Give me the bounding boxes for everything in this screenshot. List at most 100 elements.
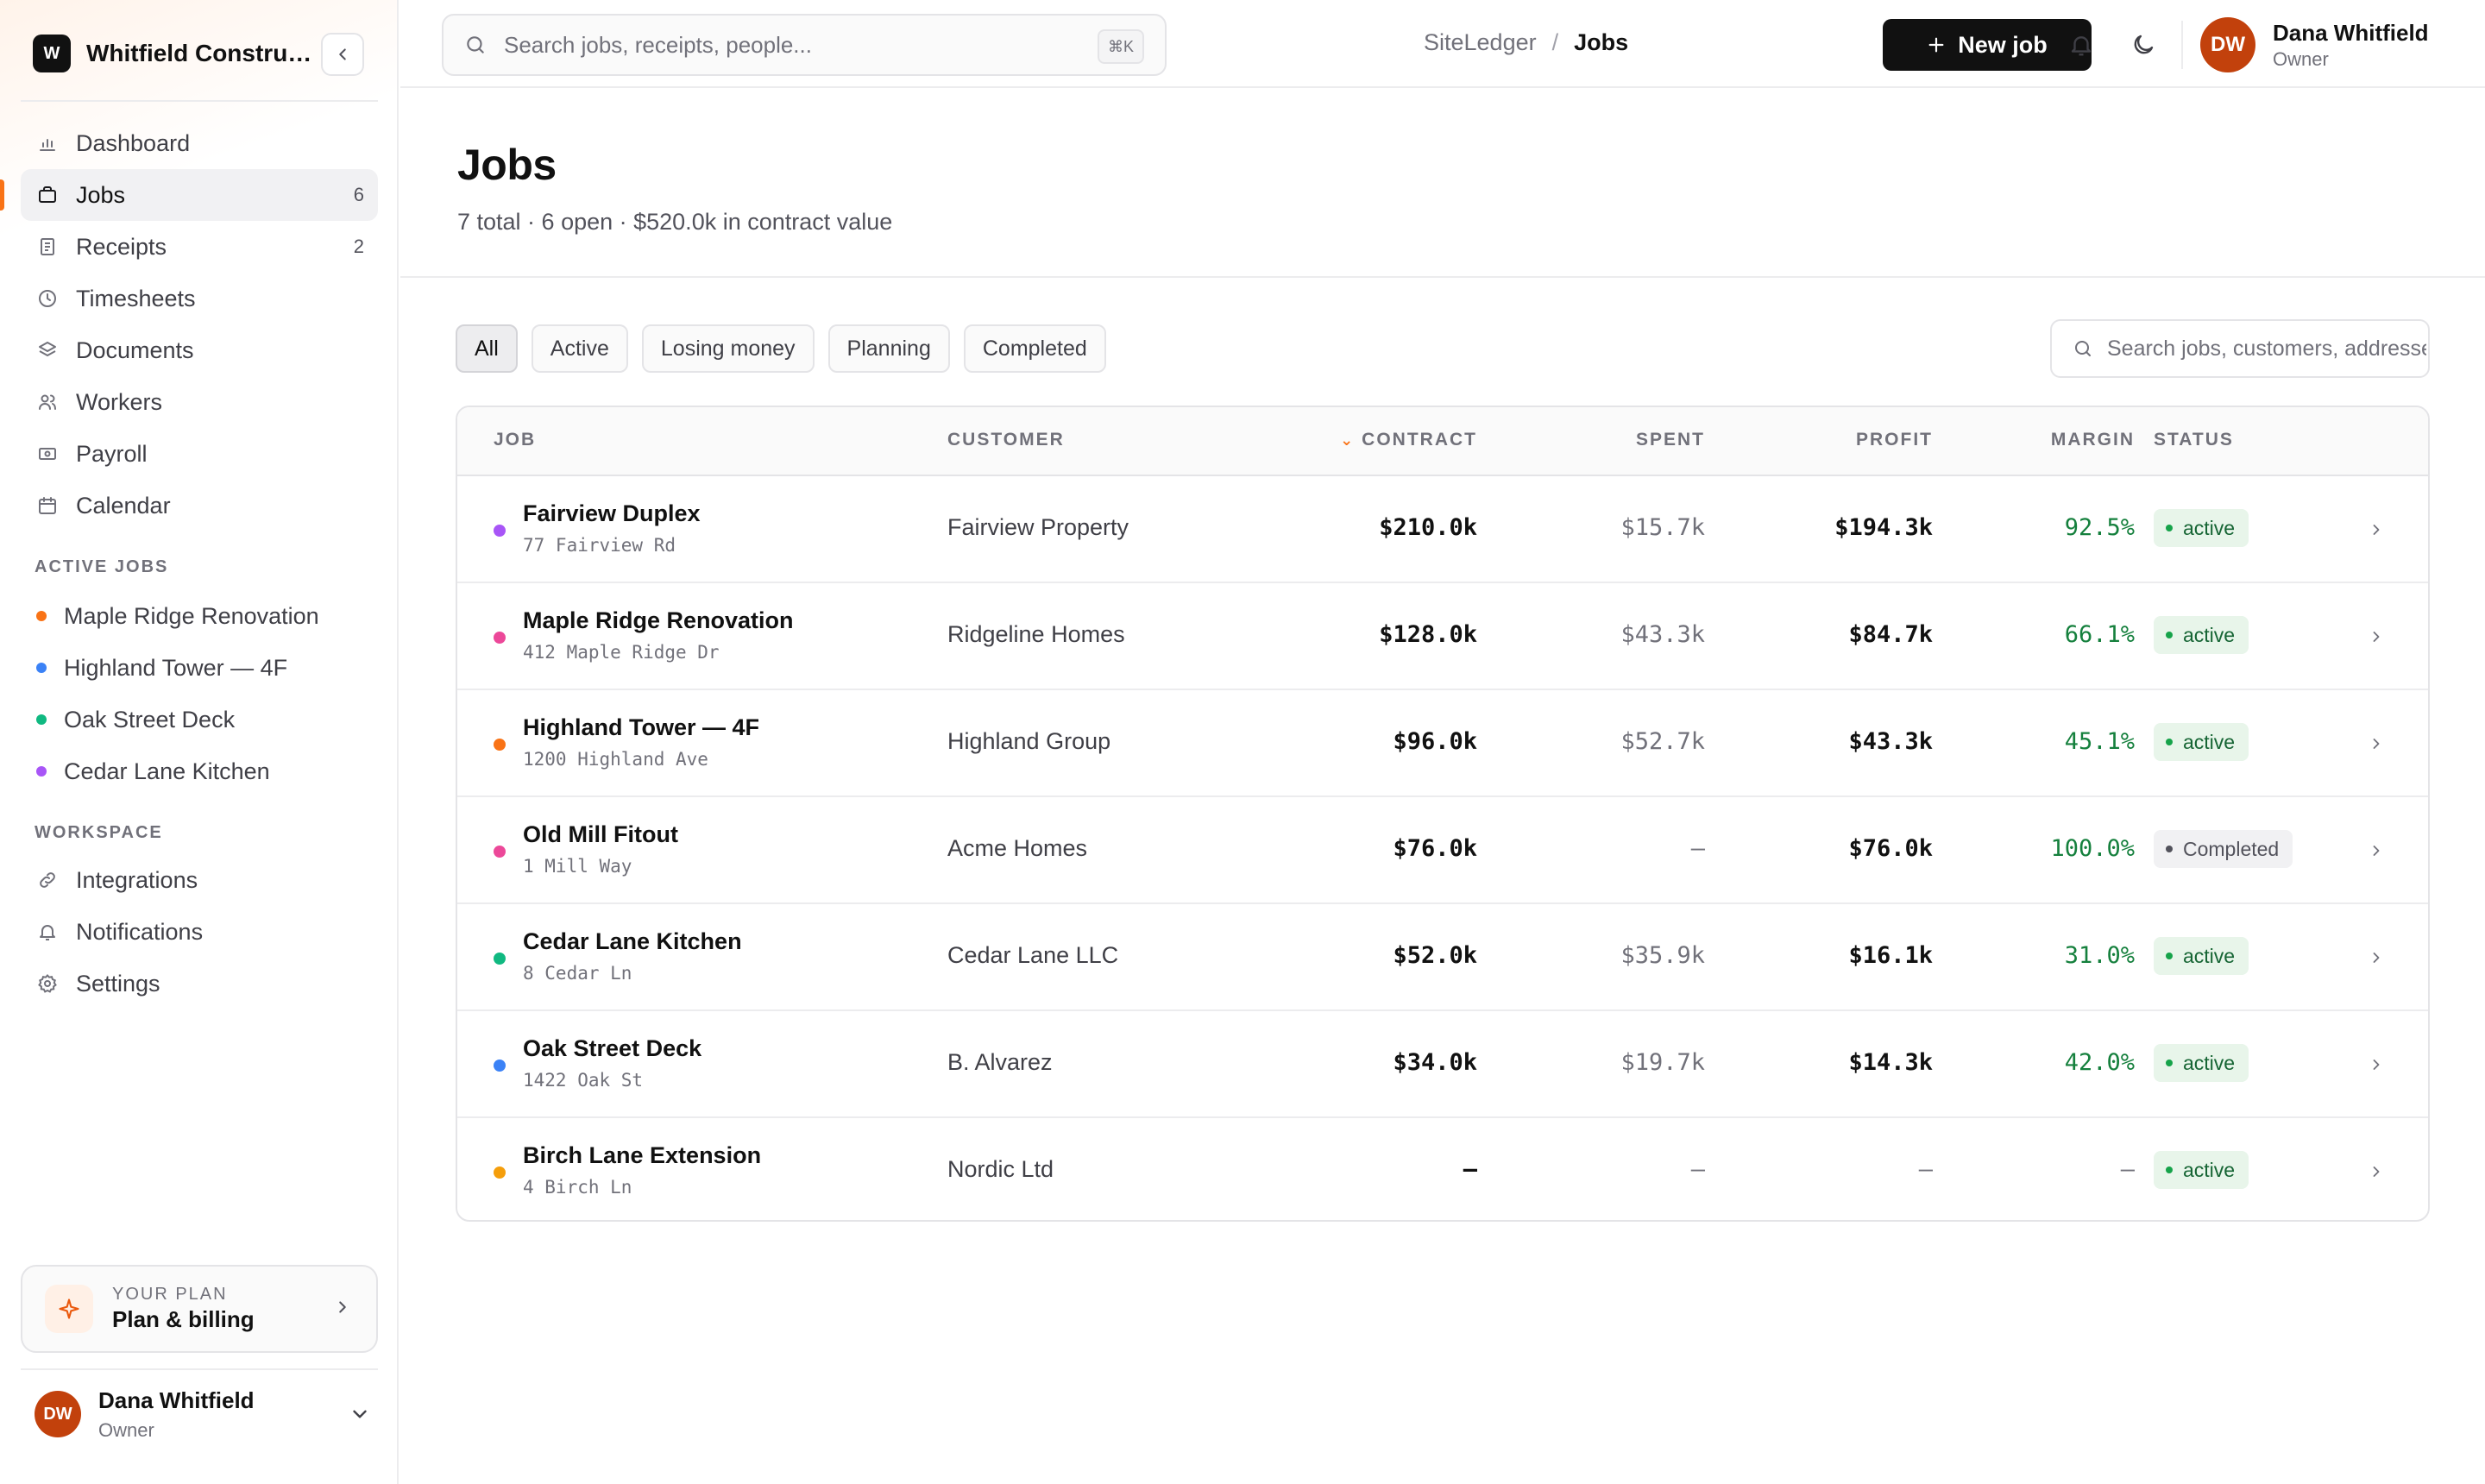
users-icon — [35, 389, 60, 415]
sidebar-item-notifications[interactable]: Notifications — [21, 906, 378, 958]
sidebar-item-jobs[interactable]: Jobs 6 — [0, 169, 378, 221]
breadcrumb-root[interactable]: SiteLedger — [1424, 29, 1537, 56]
job-address: 4 Birch Ln — [523, 1177, 632, 1198]
sidebar-item-receipts[interactable]: Receipts 2 — [21, 221, 378, 273]
job-color-dot — [494, 525, 506, 537]
sidebar-divider — [21, 1368, 378, 1370]
column-spent[interactable]: SPENT — [1636, 430, 1705, 450]
breadcrumb-separator: / — [1551, 29, 1559, 55]
sidebar-item-payroll[interactable]: Payroll — [21, 428, 378, 480]
sidebar-item-workers[interactable]: Workers — [21, 376, 378, 428]
notifications-button[interactable] — [2064, 28, 2098, 62]
chevron-right-icon[interactable] — [2364, 732, 2388, 756]
job-profit: – — [1918, 1156, 1933, 1183]
job-customer: Nordic Ltd — [947, 1156, 1054, 1182]
sidebar-item-integrations[interactable]: Integrations — [21, 854, 378, 906]
sidebar-item-label: Documents — [76, 336, 194, 363]
sidebar-item-label: Workers — [76, 388, 163, 415]
job-spent: $19.7k — [1620, 1049, 1705, 1076]
sidebar-job-cedar-lane[interactable]: Cedar Lane Kitchen — [21, 745, 378, 797]
avatar: DW — [2200, 17, 2255, 72]
job-contract: $128.0k — [1379, 621, 1477, 648]
column-status[interactable]: STATUS — [2154, 430, 2234, 450]
sidebar-job-maple-ridge[interactable]: Maple Ridge Renovation — [21, 590, 378, 642]
chevron-right-icon[interactable] — [2364, 518, 2388, 542]
sidebar-item-settings[interactable]: Settings — [21, 958, 378, 1009]
chevron-right-icon[interactable] — [2364, 1160, 2388, 1184]
table-row[interactable]: Oak Street Deck 1422 Oak St B. Alvarez $… — [457, 1011, 2428, 1118]
receipts-count-badge: 2 — [353, 236, 364, 257]
job-name: Cedar Lane Kitchen — [523, 928, 742, 954]
sidebar-user-menu[interactable]: DW Dana Whitfield Owner — [35, 1384, 371, 1444]
chevron-right-icon[interactable] — [2364, 1053, 2388, 1077]
filter-planning[interactable]: Planning — [827, 324, 950, 373]
job-margin: 45.1% — [2064, 728, 2135, 755]
sidebar-job-oak-street[interactable]: Oak Street Deck — [21, 694, 378, 745]
status-badge: active — [2154, 723, 2249, 761]
table-search[interactable] — [2050, 319, 2430, 378]
chevron-right-icon[interactable] — [2364, 839, 2388, 863]
column-margin[interactable]: MARGIN — [2051, 430, 2135, 450]
theme-toggle-button[interactable] — [2126, 28, 2161, 62]
new-job-button[interactable]: New job — [1883, 19, 2092, 71]
active-jobs-nav: Maple Ridge Renovation Highland Tower — … — [21, 590, 378, 797]
sidebar-item-calendar[interactable]: Calendar — [21, 480, 378, 531]
table-row[interactable]: Old Mill Fitout 1 Mill Way Acme Homes $7… — [457, 797, 2428, 904]
job-customer: Highland Group — [947, 728, 1111, 754]
status-dot — [2166, 1166, 2173, 1173]
table-row[interactable]: Cedar Lane Kitchen 8 Cedar Ln Cedar Lane… — [457, 904, 2428, 1011]
workspace-switcher[interactable]: W Whitfield Construc... — [33, 33, 364, 76]
page-title: Jobs — [457, 141, 557, 189]
filter-chips: All Active Losing money Planning Complet… — [456, 324, 1120, 373]
status-badge: Completed — [2154, 830, 2293, 868]
sidebar-item-dashboard[interactable]: Dashboard — [21, 117, 378, 169]
chevron-right-icon[interactable] — [2364, 946, 2388, 970]
status-dot — [2166, 632, 2173, 638]
status-dot — [2166, 846, 2173, 852]
avatar: DW — [35, 1391, 81, 1437]
job-profit: $194.3k — [1834, 514, 1933, 541]
filter-active[interactable]: Active — [531, 324, 628, 373]
column-contract[interactable]: ⌄ CONTRACT — [1340, 430, 1477, 450]
sidebar-job-highland-tower[interactable]: Highland Tower — 4F — [21, 642, 378, 694]
sidebar-item-documents[interactable]: Documents — [21, 324, 378, 376]
column-profit[interactable]: PROFIT — [1856, 430, 1933, 450]
job-color-dot — [36, 714, 47, 725]
sidebar-item-timesheets[interactable]: Timesheets — [21, 273, 378, 324]
plan-billing-card[interactable]: YOUR PLAN Plan & billing — [21, 1265, 378, 1353]
sidebar-job-label: Cedar Lane Kitchen — [64, 758, 270, 784]
collapse-sidebar-button[interactable] — [321, 33, 364, 76]
job-color-dot — [36, 611, 47, 621]
sidebar-item-label: Notifications — [76, 918, 204, 945]
status-label: active — [2183, 516, 2236, 539]
table-row[interactable]: Maple Ridge Renovation 412 Maple Ridge D… — [457, 583, 2428, 690]
job-spent: – — [1690, 1156, 1705, 1183]
job-profit: $76.0k — [1848, 835, 1933, 862]
gear-icon — [35, 971, 60, 997]
chevron-right-icon[interactable] — [2364, 625, 2388, 649]
status-label: active — [2183, 623, 2236, 646]
clock-icon — [35, 286, 60, 311]
table-row[interactable]: Highland Tower — 4F 1200 Highland Ave Hi… — [457, 690, 2428, 797]
table-search-input[interactable] — [2107, 336, 2426, 362]
chevron-left-icon — [339, 48, 346, 60]
workspace-name: Whitfield Construc... — [86, 40, 312, 66]
filter-completed[interactable]: Completed — [963, 324, 1106, 373]
global-search-input[interactable]: Search jobs, receipts, people... ⌘K — [442, 14, 1167, 76]
table-header: JOB CUSTOMER ⌄ CONTRACT SPENT PROFIT MARG… — [457, 407, 2428, 476]
job-color-dot — [36, 766, 47, 777]
job-color-dot — [494, 1166, 506, 1179]
table-row[interactable]: Birch Lane Extension 4 Birch Ln Nordic L… — [457, 1118, 2428, 1220]
user-name: Dana Whitfield — [98, 1387, 255, 1413]
column-job[interactable]: JOB — [494, 430, 536, 450]
job-margin: 66.1% — [2064, 621, 2135, 648]
column-customer[interactable]: CUSTOMER — [947, 430, 1065, 450]
job-margin: 31.0% — [2064, 942, 2135, 969]
job-customer: B. Alvarez — [947, 1049, 1053, 1075]
plan-label: YOUR PLAN — [112, 1285, 228, 1304]
header-user-menu[interactable]: DW Dana Whitfield Owner — [2200, 17, 2429, 72]
filter-all[interactable]: All — [456, 324, 518, 373]
filter-losing-money[interactable]: Losing money — [641, 324, 815, 373]
status-dot — [2166, 953, 2173, 959]
table-row[interactable]: Fairview Duplex 77 Fairview Rd Fairview … — [457, 476, 2428, 583]
